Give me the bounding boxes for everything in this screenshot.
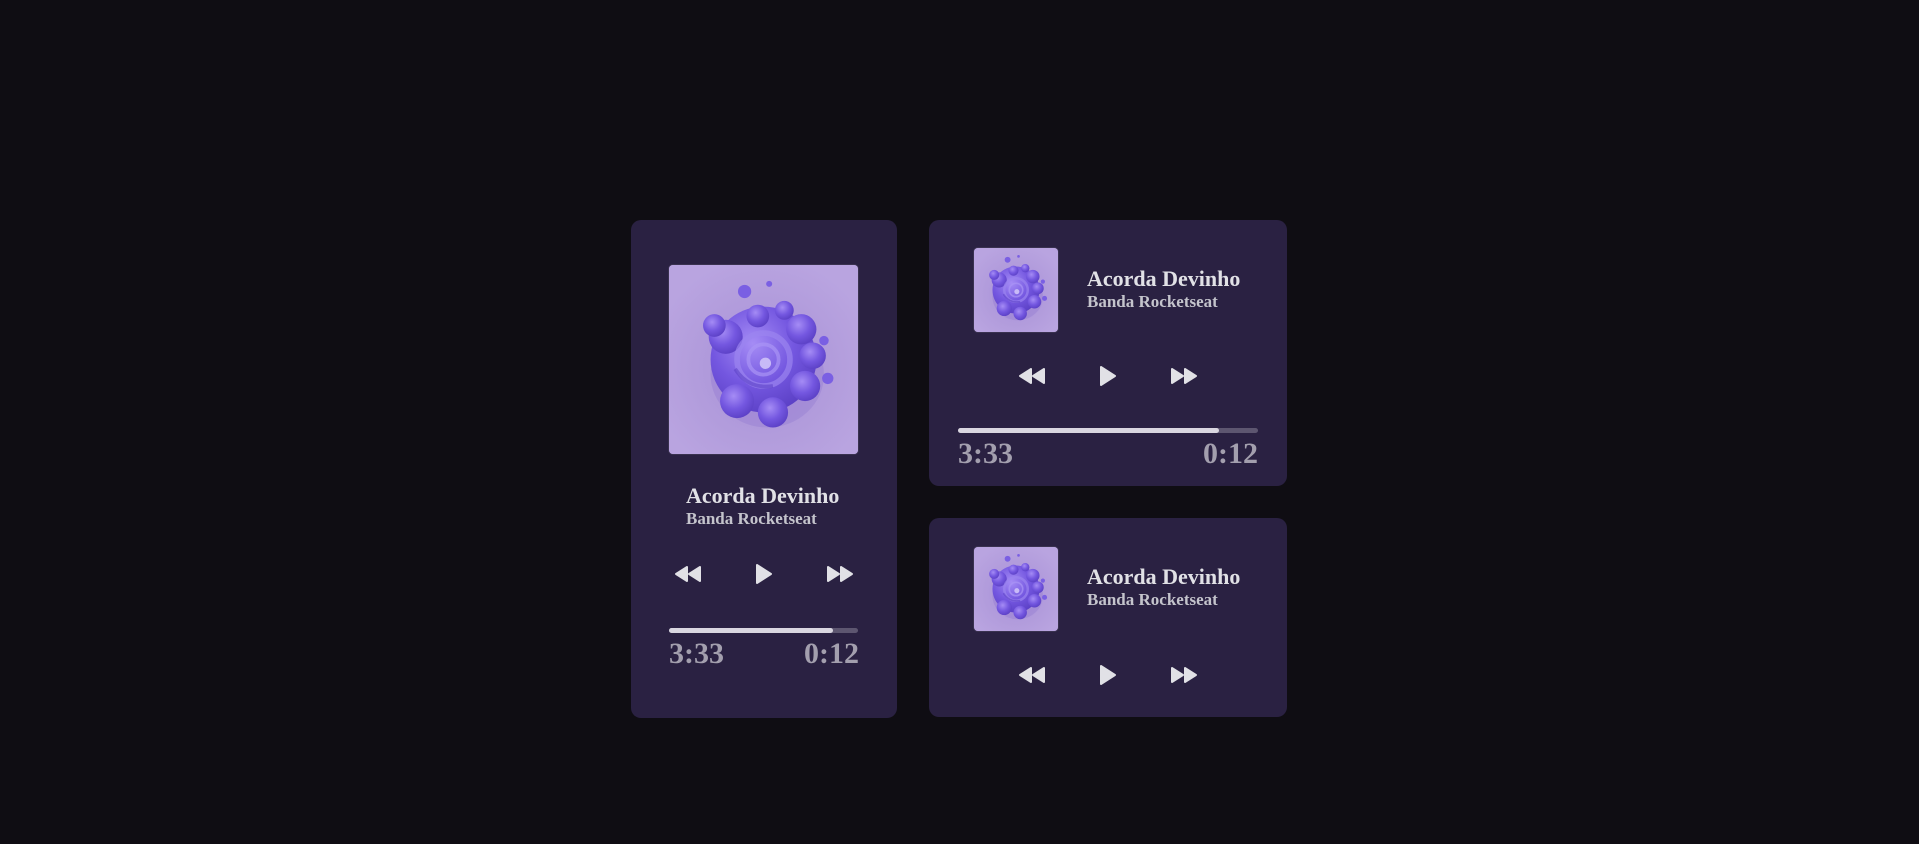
playback-controls bbox=[672, 558, 856, 590]
artist-name: Banda Rocketseat bbox=[1087, 292, 1218, 311]
album-art bbox=[974, 547, 1058, 631]
progress-fill bbox=[669, 628, 834, 633]
play-button[interactable] bbox=[1092, 659, 1124, 691]
time-total: 3:33 bbox=[669, 637, 724, 670]
play-button[interactable] bbox=[1092, 360, 1124, 392]
song-title: Acorda Devinho bbox=[686, 483, 840, 508]
fast-forward-button[interactable] bbox=[1168, 360, 1200, 392]
album-art bbox=[669, 265, 858, 454]
fast-forward-icon bbox=[1171, 368, 1197, 384]
fast-forward-button[interactable] bbox=[824, 558, 856, 590]
fast-forward-button[interactable] bbox=[1168, 659, 1200, 691]
player-card-mini: Acorda Devinho Banda Rocketseat bbox=[929, 518, 1287, 717]
rewind-icon bbox=[675, 566, 701, 582]
time-total: 3:33 bbox=[958, 437, 1013, 470]
album-art bbox=[974, 248, 1058, 332]
play-icon bbox=[756, 564, 772, 584]
rewind-button[interactable] bbox=[672, 558, 704, 590]
rewind-button[interactable] bbox=[1016, 360, 1048, 392]
time-current: 0:12 bbox=[1203, 437, 1258, 470]
playback-controls bbox=[1016, 360, 1200, 392]
play-icon bbox=[1100, 366, 1116, 386]
fast-forward-icon bbox=[827, 566, 853, 582]
artist-name: Banda Rocketseat bbox=[686, 509, 817, 528]
artist-name: Banda Rocketseat bbox=[1087, 590, 1218, 609]
player-card-compact: Acorda Devinho Banda Rocketseat 3:33 0:1… bbox=[929, 220, 1287, 486]
rewind-icon bbox=[1019, 368, 1045, 384]
playback-controls bbox=[1016, 659, 1200, 691]
rewind-icon bbox=[1019, 667, 1045, 683]
progress-fill bbox=[958, 428, 1219, 433]
progress-bar[interactable] bbox=[669, 628, 858, 633]
progress-bar[interactable] bbox=[958, 428, 1258, 433]
play-icon bbox=[1100, 665, 1116, 685]
fast-forward-icon bbox=[1171, 667, 1197, 683]
play-button[interactable] bbox=[748, 558, 780, 590]
song-title: Acorda Devinho bbox=[1087, 266, 1241, 291]
time-current: 0:12 bbox=[804, 637, 859, 670]
player-card-large: Acorda Devinho Banda Rocketseat 3:33 0:1… bbox=[631, 220, 897, 718]
rewind-button[interactable] bbox=[1016, 659, 1048, 691]
song-title: Acorda Devinho bbox=[1087, 564, 1241, 589]
